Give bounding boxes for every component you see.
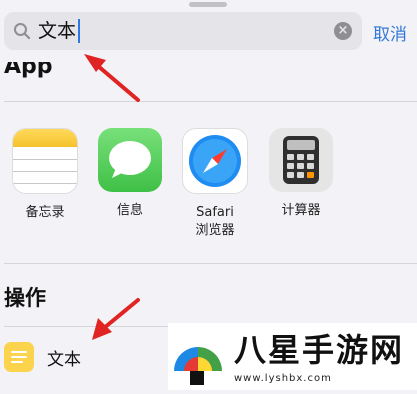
watermark-logo-icon: [172, 347, 224, 385]
watermark-url: www.lyshbx.com: [234, 373, 332, 384]
watermark: 八星手游网 www.lyshbx.com: [168, 323, 417, 390]
watermark-text: 八星手游网: [234, 331, 405, 369]
